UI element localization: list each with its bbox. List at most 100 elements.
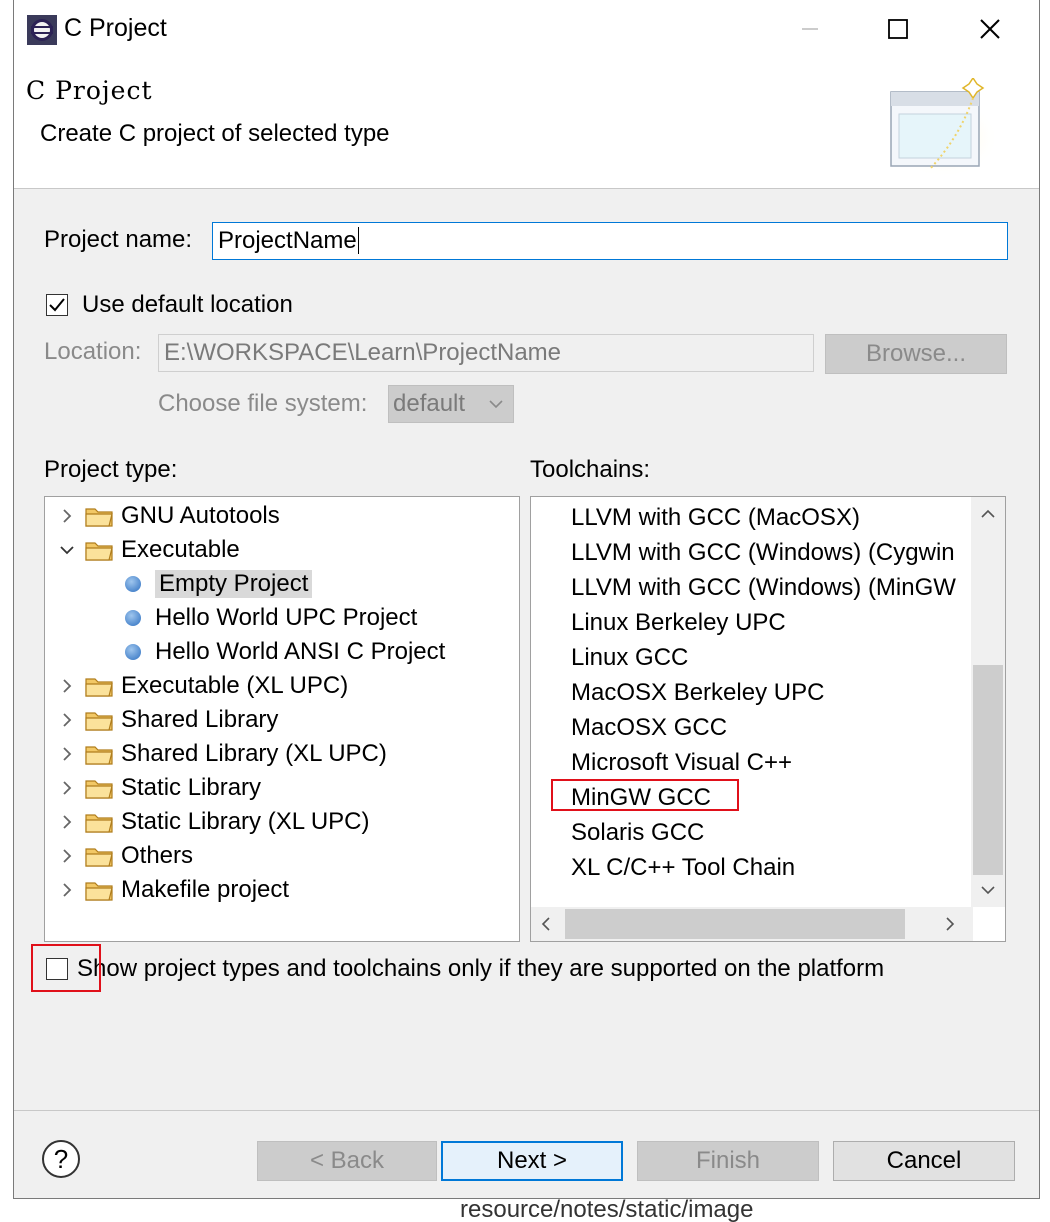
cancel-button[interactable]: Cancel: [833, 1141, 1015, 1181]
horizontal-scrollbar[interactable]: [531, 907, 973, 941]
project-name-label: Project name:: [44, 226, 193, 253]
toolchain-item[interactable]: LLVM with GCC (Windows) (Cygwin: [571, 535, 955, 570]
tree-item-label: Executable: [121, 536, 240, 563]
tree-leaf-item[interactable]: Empty Project: [125, 567, 313, 601]
toolchain-item[interactable]: XL C/C++ Tool Chain: [571, 850, 795, 885]
tree-item-label: Others: [121, 842, 194, 869]
tree-leaf-item[interactable]: Hello World UPC Project: [125, 601, 417, 635]
folder-icon: [85, 678, 113, 697]
project-template-icon: [125, 576, 141, 592]
project-name-value: ProjectName: [218, 227, 357, 254]
use-default-location-checkbox[interactable]: [46, 294, 68, 316]
maximize-button[interactable]: [852, 0, 944, 58]
chevron-down-icon: [489, 400, 503, 409]
next-button[interactable]: Next >: [441, 1141, 623, 1181]
toolchain-item[interactable]: MacOSX GCC: [571, 710, 727, 745]
wizard-banner: C Project Create C project of selected t…: [14, 58, 1039, 189]
title-bar: C Project: [14, 0, 1039, 58]
scroll-down-icon[interactable]: [981, 885, 995, 895]
scroll-left-icon[interactable]: [541, 917, 551, 931]
window-title: C Project: [64, 14, 167, 42]
banner-description: Create C project of selected type: [40, 120, 390, 147]
tree-leaf-item[interactable]: Hello World ANSI C Project: [125, 635, 445, 669]
folder-icon: [85, 746, 113, 765]
scroll-right-icon[interactable]: [945, 917, 955, 931]
chevron-right-icon[interactable]: [59, 508, 75, 524]
vertical-scroll-thumb[interactable]: [973, 665, 1003, 875]
folder-icon: [85, 712, 113, 731]
folder-icon: [85, 508, 113, 527]
checkmark-icon: [49, 298, 65, 312]
tree-folder-item[interactable]: GNU Autotools: [59, 499, 280, 533]
background-window-bottom-edge: resource/notes/static/image: [0, 1198, 1050, 1222]
chevron-right-icon[interactable]: [59, 814, 75, 830]
annotation-highlight-toolchain: [551, 779, 739, 811]
tree-item-label: Hello World ANSI C Project: [155, 638, 446, 665]
tree-folder-item[interactable]: Static Library: [59, 771, 261, 805]
tree-item-label: Shared Library: [121, 706, 279, 733]
help-icon[interactable]: ?: [42, 1140, 80, 1178]
toolchain-item[interactable]: Linux GCC: [571, 640, 688, 675]
file-system-value: default: [393, 390, 466, 417]
toolchain-item[interactable]: MacOSX Berkeley UPC: [571, 675, 824, 710]
annotation-highlight-checkbox: [31, 944, 101, 992]
location-input[interactable]: E:\WORKSPACE\Learn\ProjectName: [158, 334, 814, 372]
folder-icon: [85, 780, 113, 799]
tree-item-label: Static Library: [121, 774, 262, 801]
tree-item-label: Makefile project: [121, 876, 290, 903]
chevron-right-icon[interactable]: [59, 848, 75, 864]
horizontal-scroll-thumb[interactable]: [565, 909, 905, 939]
toolchain-item[interactable]: Microsoft Visual C++: [571, 745, 792, 780]
tree-folder-item[interactable]: Others: [59, 839, 193, 873]
tree-folder-item[interactable]: Shared Library: [59, 703, 278, 737]
project-type-label: Project type:: [44, 456, 178, 483]
button-bar-separator: [14, 1110, 1039, 1111]
tree-item-label: Executable (XL UPC): [121, 672, 349, 699]
tree-item-label: Hello World UPC Project: [155, 604, 418, 631]
toolchain-item[interactable]: Linux Berkeley UPC: [571, 605, 786, 640]
maximize-icon: [888, 19, 908, 39]
file-system-label: Choose file system:: [158, 390, 368, 417]
tree-folder-item[interactable]: Executable (XL UPC): [59, 669, 348, 703]
scroll-up-icon[interactable]: [981, 509, 995, 519]
toolchain-item[interactable]: LLVM with GCC (Windows) (MinGW: [571, 570, 956, 605]
vertical-scrollbar[interactable]: [971, 497, 1005, 907]
chevron-right-icon[interactable]: [59, 780, 75, 796]
tree-item-label: Shared Library (XL UPC): [121, 740, 387, 767]
toolchains-list: LLVM with GCC (MacOSX) LLVM with GCC (Win…: [530, 496, 1006, 942]
folder-icon: [85, 814, 113, 833]
chevron-right-icon[interactable]: [59, 678, 75, 694]
toolchain-item[interactable]: Solaris GCC: [571, 815, 704, 850]
chevron-right-icon[interactable]: [59, 746, 75, 762]
tree-folder-item[interactable]: Makefile project: [59, 873, 289, 907]
chevron-right-icon[interactable]: [59, 882, 75, 898]
tree-item-label: GNU Autotools: [121, 502, 280, 529]
tree-folder-item[interactable]: Executable: [59, 533, 240, 567]
close-icon: [980, 19, 1000, 39]
project-name-input[interactable]: ProjectName: [212, 222, 1008, 260]
chevron-down-icon[interactable]: [59, 542, 75, 558]
tree-item-label: Empty Project: [155, 570, 313, 598]
new-project-wizard-icon: [889, 78, 999, 178]
back-button[interactable]: < Back: [257, 1141, 437, 1181]
tree-folder-item[interactable]: Shared Library (XL UPC): [59, 737, 387, 771]
text-caret: [357, 227, 359, 254]
toolchains-label: Toolchains:: [530, 456, 651, 483]
project-template-icon: [125, 610, 141, 626]
browse-button[interactable]: Browse...: [825, 334, 1007, 374]
project-template-icon: [125, 644, 141, 660]
folder-icon: [85, 882, 113, 901]
toolchain-item[interactable]: LLVM with GCC (MacOSX): [571, 500, 860, 535]
use-default-location-label: Use default location: [82, 291, 293, 318]
minimize-button[interactable]: [764, 0, 856, 58]
finish-button[interactable]: Finish: [637, 1141, 819, 1181]
file-system-select[interactable]: default: [388, 385, 514, 423]
close-button[interactable]: [944, 0, 1036, 58]
folder-icon: [85, 542, 113, 561]
chevron-right-icon[interactable]: [59, 712, 75, 728]
banner-title: C Project: [26, 76, 153, 105]
new-c-project-dialog: C Project C Project Create C project of …: [13, 0, 1040, 1199]
location-label: Location:: [44, 338, 142, 365]
supported-only-label: Show project types and toolchains only i…: [77, 955, 885, 982]
tree-folder-item[interactable]: Static Library (XL UPC): [59, 805, 370, 839]
